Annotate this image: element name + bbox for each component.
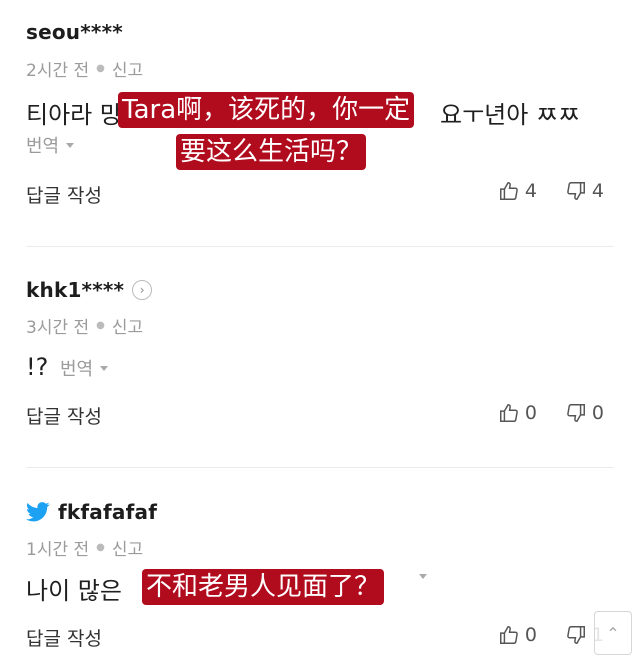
comment-text: 티아라 망 [26,101,122,129]
comment-text-tail: 요ㅜ년아 ㅉㅉ [440,101,581,129]
translate-label: 번역 [26,136,60,157]
report-link[interactable]: 신고 [112,313,143,338]
comment-time: 2시간 전 [26,61,90,81]
translate-button[interactable] [412,574,427,579]
separator-dot: ● [96,63,105,74]
comment-time: 3시간 전 [26,318,90,338]
thumbs-down-icon [567,626,585,644]
translation-overlay: Tara啊，该死的，你一定 [118,92,415,128]
like-button[interactable]: 0 [498,624,537,646]
dislike-count: 4 [591,180,604,202]
dislike-button[interactable]: 4 [565,180,604,202]
vote-group: 0 0 [498,402,604,424]
reply-button[interactable]: 답글 작성 [26,181,102,208]
report-link[interactable]: 신고 [112,535,143,560]
comment-author[interactable]: khk1**** › [26,278,153,302]
thumbs-up-icon [499,404,518,422]
comment-meta: 1시간 전 ● 신고 [26,535,143,560]
reply-button[interactable]: 답글 작성 [26,624,102,651]
like-button[interactable]: 0 [498,402,537,424]
comment-meta: 3시간 전 ● 신고 [26,313,143,338]
vote-group: 0 1 [498,624,604,646]
username[interactable]: seou**** [26,20,123,44]
like-count: 0 [524,624,537,646]
like-button[interactable]: 4 [498,180,537,202]
thumbs-down-icon [567,404,585,422]
separator-dot: ● [96,542,105,553]
thumbs-up-icon [499,626,518,644]
thumbs-down-icon [567,182,585,200]
username[interactable]: fkfafafaf [58,500,157,524]
caret-down-icon [419,574,427,579]
translation-overlay: 不和老男人见面了？ [142,569,385,605]
caret-down-icon [66,142,75,148]
comment-item: seou**** 2시간 전 ● 신고 티아라 망 요ㅜ년아 ㅉㅉ Tara啊，… [0,0,640,246]
comment-text: 나이 많은 [26,577,122,605]
caret-down-icon [100,365,109,371]
vote-group: 4 4 [498,180,604,202]
comment-time: 1시간 전 [26,540,90,560]
scroll-to-top-button[interactable]: ⌃ [594,611,632,655]
twitter-bird-icon [26,502,50,522]
reply-button[interactable]: 답글 작성 [26,402,102,429]
report-link[interactable]: 신고 [112,56,143,81]
comment-author[interactable]: fkfafafaf [26,500,157,524]
dislike-count: 0 [591,402,604,424]
comment-item: khk1**** › 3시간 전 ● 신고 !? 번역 답글 작성 0 0 [0,247,640,467]
chevron-right-icon[interactable]: › [132,280,153,300]
comment-author[interactable]: seou**** [26,20,123,44]
translate-label: 번역 [60,359,94,380]
translate-button[interactable]: 번역 [60,355,109,381]
comment-item: fkfafafaf 1시간 전 ● 신고 나이 많은 不和老男人见面了？ 답글 … [0,468,640,663]
like-count: 4 [524,180,537,202]
translation-overlay-line2: 要这么生活吗？ [176,134,367,170]
dislike-button[interactable]: 0 [565,402,604,424]
username[interactable]: khk1**** [26,278,124,302]
separator-dot: ● [96,320,105,331]
comment-meta: 2시간 전 ● 신고 [26,56,143,81]
chevron-up-icon: ⌃ [606,623,620,643]
comment-text: !? [26,353,49,381]
like-count: 0 [524,402,537,424]
translate-button[interactable]: 번역 [26,132,75,158]
thumbs-up-icon [499,182,518,200]
